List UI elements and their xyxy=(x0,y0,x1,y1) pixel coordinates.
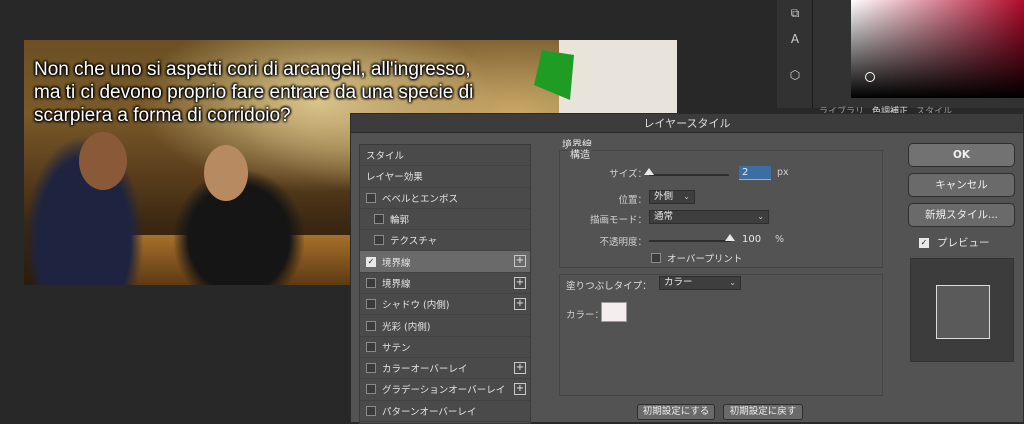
size-label: サイズ： xyxy=(609,169,647,180)
style-list-label: ベベルとエンボス xyxy=(382,193,459,205)
overprint-option[interactable]: オーバープリント xyxy=(651,251,742,265)
make-default-button[interactable]: 初期設定にする xyxy=(637,404,715,420)
style-checkbox[interactable] xyxy=(374,214,384,225)
style-list-label: 光彩 (内側) xyxy=(382,321,431,333)
style-list-item[interactable]: 輪郭 xyxy=(360,209,530,231)
opacity-unit: % xyxy=(775,234,785,245)
color-label: カラー： xyxy=(566,310,605,321)
chevron-down-icon: ⌄ xyxy=(729,278,736,287)
size-slider[interactable] xyxy=(649,174,729,176)
fill-type-label: 塗りつぶしタイプ： xyxy=(566,281,652,292)
opacity-label: 不透明度： xyxy=(599,237,647,248)
color-field[interactable] xyxy=(851,0,1024,98)
overprint-label: オーバープリント xyxy=(667,254,743,265)
style-list-item[interactable]: テクスチャ xyxy=(360,230,530,252)
cancel-button[interactable]: キャンセル xyxy=(908,173,1015,197)
new-style-button[interactable]: 新規スタイル... xyxy=(908,203,1015,227)
chevron-down-icon: ⌄ xyxy=(757,212,764,221)
style-list-item[interactable]: ベベルとエンボス xyxy=(360,188,530,209)
style-checkbox[interactable]: ✓ xyxy=(366,256,376,267)
dialog-title: レイヤースタイル xyxy=(351,114,1023,133)
style-checkbox[interactable] xyxy=(366,277,376,288)
style-list-label: スタイル xyxy=(366,151,405,163)
preview-swatch xyxy=(936,285,990,339)
style-list-item[interactable]: ✓ 境界線 + xyxy=(360,251,530,273)
fill-type-dropdown[interactable]: カラー ⌄ xyxy=(659,276,741,290)
style-list-item[interactable]: スタイル xyxy=(360,145,530,167)
style-list-label: カラーオーバーレイ xyxy=(382,364,468,376)
style-checkbox[interactable] xyxy=(366,405,376,416)
add-effect-icon[interactable]: + xyxy=(514,276,526,289)
style-checkbox[interactable] xyxy=(366,384,376,395)
structure-title: 構造 xyxy=(568,146,592,161)
add-effect-icon[interactable]: + xyxy=(514,361,526,374)
style-checkbox[interactable] xyxy=(366,192,376,203)
stroke-color-swatch[interactable] xyxy=(601,302,627,322)
style-checkbox[interactable] xyxy=(366,341,376,352)
overprint-checkbox[interactable] xyxy=(651,253,661,263)
style-list-label: テクスチャ xyxy=(390,236,438,248)
reset-default-button[interactable]: 初期設定に戻す xyxy=(723,404,803,420)
3d-cube-icon[interactable]: ⬡ xyxy=(777,62,813,88)
preview-option[interactable]: ✓ プレビュー xyxy=(919,235,990,250)
panel-tool-column: ⧉ A ⬡ xyxy=(777,0,813,108)
position-label: 位置： xyxy=(618,195,647,206)
style-list-label: 輪郭 xyxy=(390,215,410,227)
add-effect-icon[interactable]: + xyxy=(514,255,526,268)
preview-checkbox[interactable]: ✓ xyxy=(919,237,929,248)
layer-transform-icon[interactable]: ⧉ xyxy=(777,0,813,26)
add-effect-icon[interactable]: + xyxy=(514,298,526,311)
style-list-label: パターンオーバーレイ xyxy=(382,406,477,418)
style-list-item[interactable]: レイヤー効果 xyxy=(360,166,530,188)
style-list-item[interactable]: 光彩 (内側) xyxy=(360,315,530,337)
ok-button[interactable]: OK xyxy=(908,143,1015,167)
position-dropdown[interactable]: 外側 ⌄ xyxy=(649,190,695,204)
style-list-label: グラデーションオーバーレイ xyxy=(382,385,506,397)
style-list-item[interactable]: 境界線 + xyxy=(360,273,530,295)
blend-mode-label: 描画モード： xyxy=(589,215,647,226)
size-unit: px xyxy=(777,167,789,178)
person-left-head xyxy=(79,132,127,190)
preview-box xyxy=(910,258,1014,362)
style-checkbox[interactable] xyxy=(366,299,376,310)
tool-spacer xyxy=(777,52,813,62)
character-tool-icon[interactable]: A xyxy=(777,26,813,52)
opacity-slider-thumb[interactable] xyxy=(725,234,735,241)
preview-label: プレビュー xyxy=(937,237,990,249)
style-list-label: サテン xyxy=(382,342,411,354)
person-right-head xyxy=(204,145,248,201)
opacity-slider[interactable] xyxy=(649,240,731,242)
style-checkbox[interactable] xyxy=(366,320,376,331)
style-list-item[interactable]: パターンオーバーレイ xyxy=(360,401,530,422)
style-list-item[interactable]: グラデーションオーバーレイ + xyxy=(360,379,530,401)
fill-type-value: カラー xyxy=(664,277,693,288)
add-effect-icon[interactable]: + xyxy=(514,383,526,396)
size-slider-thumb[interactable] xyxy=(644,168,654,175)
chevron-down-icon: ⌄ xyxy=(683,192,690,201)
style-list-item[interactable]: カラーオーバーレイ + xyxy=(360,358,530,380)
style-checkbox[interactable] xyxy=(374,235,384,246)
stroke-settings: 境界線 構造 サイズ： 2 px 位置： 外側 ⌄ 描画モード： 通常 ⌄ 不透… xyxy=(559,136,883,421)
fill-type-group xyxy=(559,274,883,396)
style-list: スタイル レイヤー効果 ベベルとエンボス 輪郭 テクスチャ ✓ 境界線 + 境界線 + シャドウ (… xyxy=(359,144,531,424)
style-list-label: 境界線 xyxy=(382,257,411,269)
style-list-item[interactable]: シャドウ (内側) + xyxy=(360,294,530,316)
style-list-label: 境界線 xyxy=(382,278,411,290)
style-list-item[interactable]: サテン xyxy=(360,337,530,358)
color-cursor-icon[interactable] xyxy=(865,72,875,82)
blend-mode-dropdown[interactable]: 通常 ⌄ xyxy=(649,210,769,224)
size-input[interactable]: 2 xyxy=(739,166,771,180)
layer-style-dialog: レイヤースタイル スタイル レイヤー効果 ベベルとエンボス 輪郭 テクスチャ ✓ 境界線 + 境… xyxy=(350,113,1024,424)
style-list-label: レイヤー効果 xyxy=(366,172,423,184)
blend-mode-value: 通常 xyxy=(654,211,674,222)
color-picker-panel xyxy=(813,0,1024,108)
style-checkbox[interactable] xyxy=(366,363,376,374)
style-list-label: シャドウ (内側) xyxy=(382,300,450,312)
position-value: 外側 xyxy=(654,191,674,202)
opacity-input[interactable]: 100 xyxy=(739,233,769,247)
